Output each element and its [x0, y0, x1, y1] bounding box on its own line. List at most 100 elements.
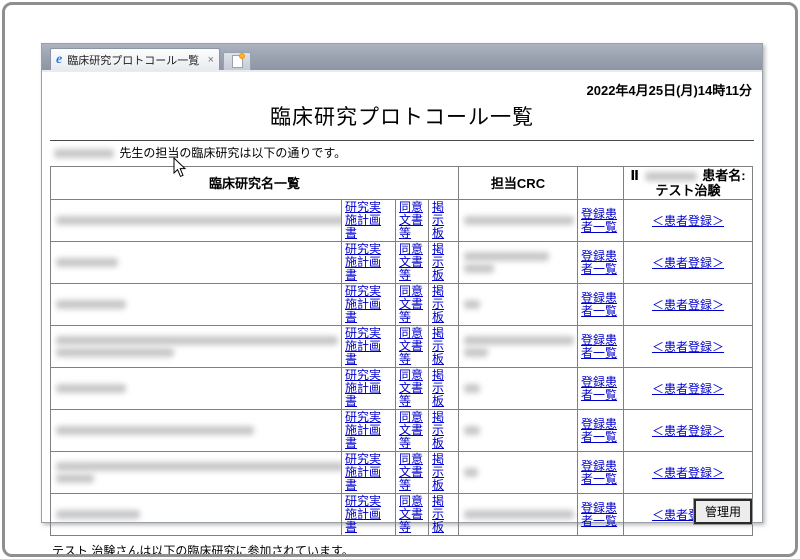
consent-cell: 同意文書等	[395, 325, 429, 368]
plan-cell: 研究実施計画書	[341, 241, 396, 284]
patient-register-link[interactable]: ＜患者登録＞	[652, 298, 724, 312]
consent-doc-link[interactable]: 同意文書等	[399, 243, 425, 282]
redacted-text	[56, 300, 126, 309]
board-cell: 掲示板	[427, 283, 460, 326]
registered-patients-link[interactable]: 登録患者一覧	[581, 417, 620, 444]
redacted-text	[464, 468, 479, 477]
table-row: 研究実施計画書 同意文書等 掲示板 登録患者一覧 ＜患者登録＞	[50, 325, 754, 368]
table-row: 研究実施計画書 同意文書等 掲示板 登録患者一覧 ＜患者登録＞	[50, 451, 754, 494]
board-cell: 掲示板	[427, 199, 460, 242]
patient-register-cell: ＜患者登録＞	[623, 325, 754, 368]
registered-patients-cell: 登録患者一覧	[577, 283, 625, 326]
plan-cell: 研究実施計画書	[341, 325, 396, 368]
header-patient: Ⅱ 患者名:テスト治験	[623, 166, 754, 200]
registered-patients-link[interactable]: 登録患者一覧	[581, 291, 620, 318]
consent-cell: 同意文書等	[395, 367, 429, 410]
redacted-text	[56, 462, 341, 471]
board-cell: 掲示板	[427, 367, 460, 410]
patient-register-link[interactable]: ＜患者登録＞	[652, 214, 724, 228]
registered-patients-link[interactable]: 登録患者一覧	[581, 249, 620, 276]
study-plan-link[interactable]: 研究実施計画書	[345, 243, 392, 282]
registered-patients-link[interactable]: 登録患者一覧	[581, 333, 620, 360]
bulletin-board-link[interactable]: 掲示板	[432, 453, 455, 492]
table-row: 研究実施計画書 同意文書等 掲示板 登録患者一覧 ＜患者登録＞	[50, 493, 754, 536]
consent-doc-link[interactable]: 同意文書等	[399, 453, 425, 492]
study-name-cell	[50, 325, 342, 368]
registered-patients-link[interactable]: 登録患者一覧	[581, 459, 620, 486]
crc-cell	[458, 283, 579, 326]
study-plan-link[interactable]: 研究実施計画書	[345, 369, 392, 408]
doctor-intro-line: 先生の担当の臨床研究は以下の通りです。	[52, 144, 762, 161]
consent-doc-link[interactable]: 同意文書等	[399, 327, 425, 366]
redacted-text	[464, 426, 481, 435]
study-plan-link[interactable]: 研究実施計画書	[345, 453, 392, 492]
registered-patients-link[interactable]: 登録患者一覧	[581, 375, 620, 402]
board-cell: 掲示板	[427, 409, 460, 452]
study-plan-link[interactable]: 研究実施計画書	[345, 201, 392, 240]
consent-doc-link[interactable]: 同意文書等	[399, 285, 425, 324]
registered-patients-cell: 登録患者一覧	[577, 367, 625, 410]
page-title: 臨床研究プロトコール一覧	[270, 106, 534, 129]
consent-cell: 同意文書等	[395, 199, 429, 242]
study-name-cell	[50, 199, 342, 242]
header-crc: 担当CRC	[458, 166, 579, 200]
consent-doc-link[interactable]: 同意文書等	[399, 411, 425, 450]
patient-register-link[interactable]: ＜患者登録＞	[652, 256, 724, 270]
patient-register-cell: ＜患者登録＞	[623, 367, 754, 410]
tab-title: 臨床研究プロトコール一覧	[67, 54, 200, 67]
patient-register-link[interactable]: ＜患者登録＞	[652, 424, 724, 438]
board-cell: 掲示板	[427, 325, 460, 368]
patient-register-link[interactable]: ＜患者登録＞	[652, 382, 724, 396]
redacted-text	[56, 258, 118, 267]
bulletin-board-link[interactable]: 掲示板	[432, 285, 455, 324]
study-name-cell	[50, 493, 342, 536]
bulletin-board-link[interactable]: 掲示板	[432, 369, 455, 408]
plan-cell: 研究実施計画書	[341, 199, 396, 242]
table-row: 研究実施計画書 同意文書等 掲示板 登録患者一覧 ＜患者登録＞	[50, 241, 754, 284]
redacted-doctor-name	[54, 149, 114, 159]
bulletin-board-link[interactable]: 掲示板	[432, 243, 455, 282]
consent-doc-link[interactable]: 同意文書等	[399, 369, 425, 408]
browser-tab[interactable]: e 臨床研究プロトコール一覧 ×	[50, 48, 220, 70]
consent-doc-link[interactable]: 同意文書等	[399, 495, 425, 534]
study-plan-link[interactable]: 研究実施計画書	[345, 285, 392, 324]
protocol-table: 臨床研究名一覧 担当CRC Ⅱ 患者名:テスト治験 研究実施計画書 同意文書等 …	[49, 166, 754, 536]
header-empty	[577, 166, 625, 200]
redacted-text	[56, 216, 341, 225]
patient-register-link[interactable]: ＜患者登録＞	[652, 340, 724, 354]
bulletin-board-link[interactable]: 掲示板	[432, 411, 455, 450]
board-cell: 掲示板	[427, 493, 460, 536]
consent-cell: 同意文書等	[395, 451, 429, 494]
bulletin-board-link[interactable]: 掲示板	[432, 327, 455, 366]
consent-cell: 同意文書等	[395, 241, 429, 284]
table-row: 研究実施計画書 同意文書等 掲示板 登録患者一覧 ＜患者登録＞	[50, 199, 754, 242]
patient-register-cell: ＜患者登録＞	[623, 283, 754, 326]
study-plan-link[interactable]: 研究実施計画書	[345, 495, 392, 534]
redacted-text	[464, 300, 481, 309]
plan-cell: 研究実施計画書	[341, 493, 396, 536]
patient-register-cell: ＜患者登録＞	[623, 241, 754, 284]
registered-patients-cell: 登録患者一覧	[577, 241, 625, 284]
crc-cell	[458, 199, 579, 242]
patient-register-link[interactable]: ＜患者登録＞	[652, 466, 724, 480]
consent-doc-link[interactable]: 同意文書等	[399, 201, 425, 240]
crc-cell	[458, 325, 579, 368]
admin-button[interactable]: 管理用	[693, 499, 752, 524]
registered-patients-link[interactable]: 登録患者一覧	[581, 501, 620, 528]
tab-close-icon[interactable]: ×	[208, 54, 214, 66]
new-tab-button[interactable]	[223, 52, 251, 70]
bulletin-board-link[interactable]: 掲示板	[432, 495, 455, 534]
study-plan-link[interactable]: 研究実施計画書	[345, 411, 392, 450]
consent-cell: 同意文書等	[395, 283, 429, 326]
redacted-text	[464, 510, 575, 519]
redacted-text	[56, 348, 174, 357]
registered-patients-cell: 登録患者一覧	[577, 325, 625, 368]
crc-cell	[458, 367, 579, 410]
study-plan-link[interactable]: 研究実施計画書	[345, 327, 392, 366]
study-name-cell	[50, 283, 342, 326]
registered-patients-link[interactable]: 登録患者一覧	[581, 207, 620, 234]
redacted-text	[464, 252, 550, 261]
browser-window: e 臨床研究プロトコール一覧 × 2022年4月25日(月)14時11分 臨床研…	[41, 43, 763, 554]
redacted-patient-id	[644, 172, 697, 182]
bulletin-board-link[interactable]: 掲示板	[432, 201, 455, 240]
